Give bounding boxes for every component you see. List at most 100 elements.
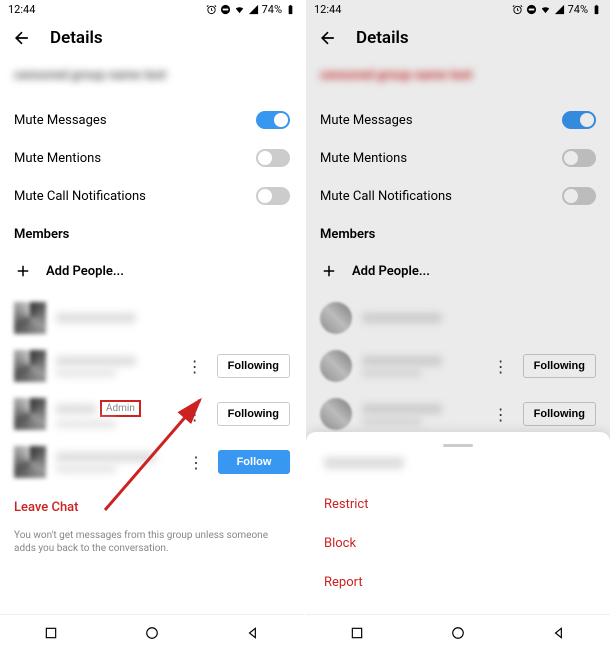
battery-text: 74% (262, 3, 282, 16)
mute-calls-row: Mute Call Notifications (0, 177, 304, 215)
member-row[interactable]: ⋮ Following (0, 342, 304, 390)
block-button[interactable]: Block (306, 524, 610, 563)
member-info (362, 313, 596, 323)
following-button[interactable]: Following (217, 402, 290, 426)
alarm-icon (206, 4, 217, 15)
admin-badge: Admin (100, 400, 141, 417)
member-row[interactable] (306, 294, 610, 342)
mute-calls-toggle[interactable] (562, 187, 596, 205)
more-icon[interactable]: ⋮ (184, 449, 208, 476)
nav-back-icon[interactable] (246, 626, 260, 640)
mute-mentions-toggle[interactable] (256, 149, 290, 167)
member-row[interactable]: ⋮ Following (306, 390, 610, 438)
restrict-button[interactable]: Restrict (306, 485, 610, 524)
more-icon[interactable]: ⋮ (183, 353, 207, 380)
right-screen: 12:44 74% Details censored group name te… (306, 0, 610, 650)
more-icon[interactable]: ⋮ (489, 353, 513, 380)
member-info: Admin (56, 400, 173, 428)
member-info (56, 313, 290, 323)
more-icon[interactable]: ⋮ (489, 401, 513, 428)
dnd-icon (220, 4, 231, 15)
leave-chat-note: You won't get messages from this group u… (0, 529, 304, 569)
more-icon[interactable]: ⋮ (183, 401, 207, 428)
mute-messages-row: Mute Messages (306, 101, 610, 139)
group-name: censored group name text (306, 58, 610, 101)
add-people-button[interactable]: Add People... (0, 248, 304, 294)
status-icons: 74% (206, 3, 296, 16)
following-button[interactable]: Following (217, 354, 290, 378)
battery-text: 74% (568, 3, 588, 16)
battery-icon (285, 4, 296, 15)
follow-button[interactable]: Follow (218, 450, 290, 474)
wifi-icon (234, 4, 245, 15)
member-info (362, 404, 479, 425)
mute-messages-toggle[interactable] (562, 111, 596, 129)
member-row[interactable] (0, 294, 304, 342)
member-row[interactable]: ⋮ Following (306, 342, 610, 390)
wifi-icon (540, 4, 551, 15)
following-button[interactable]: Following (523, 354, 596, 378)
report-button[interactable]: Report (306, 563, 610, 602)
nav-home-icon[interactable] (145, 626, 159, 640)
nav-bar (306, 614, 610, 650)
member-info (362, 356, 479, 377)
signal-icon (554, 4, 565, 15)
dnd-icon (526, 4, 537, 15)
mute-mentions-label: Mute Mentions (14, 151, 101, 166)
member-row[interactable]: Admin ⋮ Following (0, 390, 304, 438)
mute-mentions-label: Mute Mentions (320, 151, 407, 166)
plus-icon (14, 262, 32, 280)
sheet-handle[interactable] (443, 444, 473, 447)
back-icon[interactable] (318, 28, 338, 48)
mute-calls-label: Mute Call Notifications (14, 189, 146, 204)
page-title: Details (356, 28, 409, 48)
mute-messages-toggle[interactable] (256, 111, 290, 129)
header: Details (306, 18, 610, 58)
avatar (320, 350, 352, 382)
plus-icon (320, 262, 338, 280)
following-button[interactable]: Following (523, 402, 596, 426)
member-row[interactable]: ⋮ Follow (0, 438, 304, 486)
member-info (56, 356, 173, 377)
nav-home-icon[interactable] (451, 626, 465, 640)
mute-mentions-row: Mute Mentions (0, 139, 304, 177)
avatar (14, 398, 46, 430)
mute-messages-row: Mute Messages (0, 101, 304, 139)
header: Details (0, 18, 304, 58)
nav-back-icon[interactable] (552, 626, 566, 640)
members-label: Members (306, 215, 610, 248)
status-bar: 12:44 74% (306, 0, 610, 18)
nav-recent-icon[interactable] (44, 626, 58, 640)
back-icon[interactable] (12, 28, 32, 48)
leave-chat-button[interactable]: Leave Chat (0, 486, 304, 529)
mute-messages-label: Mute Messages (320, 113, 413, 128)
avatar (14, 302, 46, 334)
sheet-member-name (324, 457, 404, 469)
page-title: Details (50, 28, 103, 48)
mute-mentions-row: Mute Mentions (306, 139, 610, 177)
left-screen: 12:44 74% Details censored group name te… (0, 0, 304, 650)
mute-calls-label: Mute Call Notifications (320, 189, 452, 204)
mute-calls-toggle[interactable] (256, 187, 290, 205)
alarm-icon (512, 4, 523, 15)
status-icons: 74% (512, 3, 602, 16)
nav-bar (0, 614, 304, 650)
mute-calls-row: Mute Call Notifications (306, 177, 610, 215)
avatar (14, 446, 46, 478)
battery-icon (591, 4, 602, 15)
status-time: 12:44 (314, 3, 341, 16)
status-time: 12:44 (8, 3, 35, 16)
mute-mentions-toggle[interactable] (562, 149, 596, 167)
signal-icon (248, 4, 259, 15)
avatar (320, 398, 352, 430)
add-people-button[interactable]: Add People... (306, 248, 610, 294)
action-sheet: Restrict Block Report (306, 432, 610, 614)
avatar (14, 350, 46, 382)
avatar (320, 302, 352, 334)
status-bar: 12:44 74% (0, 0, 304, 18)
group-name: censored group name text (0, 58, 304, 101)
members-label: Members (0, 215, 304, 248)
mute-messages-label: Mute Messages (14, 113, 107, 128)
member-info (56, 452, 174, 473)
nav-recent-icon[interactable] (350, 626, 364, 640)
